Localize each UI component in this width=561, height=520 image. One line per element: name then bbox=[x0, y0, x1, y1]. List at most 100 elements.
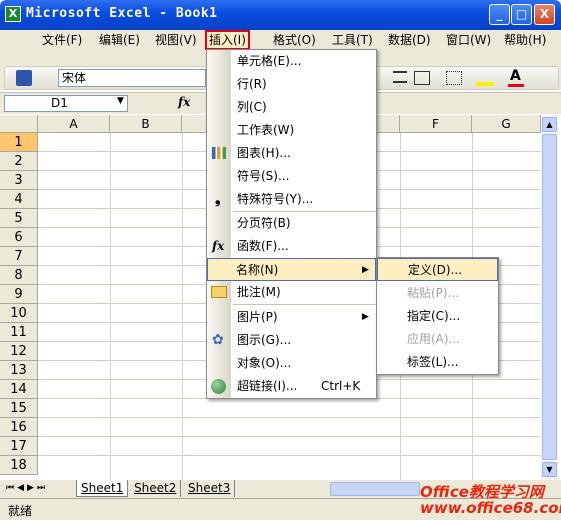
menu-item-cells[interactable]: 单元格(E)... bbox=[207, 50, 376, 73]
scroll-up-icon[interactable]: ▲ bbox=[542, 117, 557, 132]
name-submenu: 定义(D)... 粘贴(P)... 指定(C)... 应用(A)... 标签(L… bbox=[376, 257, 499, 375]
menu-item-label: 批注(M) bbox=[237, 285, 281, 299]
row-header-8[interactable]: 8 bbox=[0, 266, 38, 285]
vertical-scrollbar[interactable]: ▲ ▼ bbox=[541, 115, 558, 480]
menu-item-hyperlink[interactable]: 超链接(I)... Ctrl+K bbox=[207, 375, 376, 398]
menu-item-label: 分页符(B) bbox=[237, 216, 291, 230]
row-header-6[interactable]: 6 bbox=[0, 228, 38, 247]
menu-item-symbol[interactable]: 符号(S)... bbox=[207, 165, 376, 188]
grid-line bbox=[38, 436, 541, 437]
menu-item-comment[interactable]: 批注(M) bbox=[207, 281, 376, 304]
submenu-item-label[interactable]: 标签(L)... bbox=[377, 351, 498, 374]
minimize-button[interactable]: _ bbox=[489, 4, 510, 25]
menu-item-label: 图表(H)... bbox=[237, 146, 291, 160]
menu-item-label: 函数(F)... bbox=[237, 239, 289, 253]
row-header-10[interactable]: 10 bbox=[0, 304, 38, 323]
row-header-7[interactable]: 7 bbox=[0, 247, 38, 266]
tab-sheet2[interactable]: Sheet2 bbox=[130, 480, 182, 497]
submenu-item-apply[interactable]: 应用(A)... bbox=[377, 328, 498, 351]
menu-item-diagram[interactable]: ✿ 图示(G)... bbox=[207, 329, 376, 352]
submenu-item-paste[interactable]: 粘贴(P)... bbox=[377, 282, 498, 305]
menu-bar: 文件(F) 编辑(E) 视图(V) 插入(I) 格式(O) 工具(T) 数据(D… bbox=[0, 30, 561, 50]
menu-help[interactable]: 帮助(H) bbox=[502, 32, 548, 48]
menu-item-worksheet[interactable]: 工作表(W) bbox=[207, 119, 376, 142]
hyperlink-globe-icon bbox=[211, 379, 226, 394]
status-text: 就绪 bbox=[8, 504, 33, 518]
menu-item-label: 应用(A)... bbox=[407, 332, 461, 346]
maximize-button[interactable]: □ bbox=[511, 4, 532, 25]
menu-item-label: 符号(S)... bbox=[237, 169, 290, 183]
menu-tools[interactable]: 工具(T) bbox=[330, 32, 375, 48]
tab-sheet3[interactable]: Sheet3 bbox=[184, 480, 236, 497]
submenu-item-create[interactable]: 指定(C)... bbox=[377, 305, 498, 328]
merge-center-icon[interactable] bbox=[414, 71, 430, 85]
row-header-14[interactable]: 14 bbox=[0, 380, 38, 399]
row-header-13[interactable]: 13 bbox=[0, 361, 38, 380]
save-icon[interactable] bbox=[16, 70, 32, 86]
function-icon: fx bbox=[212, 239, 225, 253]
font-color-icon[interactable]: A bbox=[510, 68, 521, 84]
menu-item-columns[interactable]: 列(C) bbox=[207, 96, 376, 119]
column-header-a[interactable]: A bbox=[38, 115, 110, 133]
fx-label[interactable]: fx bbox=[178, 95, 190, 109]
menu-item-label: 单元格(E)... bbox=[237, 54, 302, 68]
sheet-nav-icons[interactable]: ⏮◀▶⏭ bbox=[6, 483, 48, 493]
menu-insert[interactable]: 插入(I) bbox=[205, 30, 250, 50]
row-header-2[interactable]: 2 bbox=[0, 152, 38, 171]
row-header-9[interactable]: 9 bbox=[0, 285, 38, 304]
close-button[interactable]: X bbox=[534, 4, 555, 25]
menu-item-label: 对象(O)... bbox=[237, 356, 292, 370]
borders-icon[interactable] bbox=[446, 71, 462, 85]
select-all-corner[interactable] bbox=[0, 115, 38, 133]
column-header-g[interactable]: G bbox=[472, 115, 541, 133]
diagram-icon: ✿ bbox=[212, 332, 224, 348]
menu-view[interactable]: 视图(V) bbox=[153, 32, 199, 48]
menu-item-special-symbol[interactable]: ❟ 特殊符号(Y)... bbox=[207, 188, 376, 211]
submenu-arrow-icon: ▶ bbox=[362, 265, 369, 275]
row-header-17[interactable]: 17 bbox=[0, 437, 38, 456]
fill-color-icon[interactable] bbox=[476, 82, 494, 86]
menu-file[interactable]: 文件(F) bbox=[40, 32, 84, 48]
horizontal-scrollbar[interactable] bbox=[330, 482, 420, 496]
row-header-4[interactable]: 4 bbox=[0, 190, 38, 209]
column-header-b[interactable]: B bbox=[110, 115, 182, 133]
menu-item-page-break[interactable]: 分页符(B) bbox=[207, 212, 376, 235]
grid-line bbox=[38, 455, 541, 456]
special-symbol-icon: ❟ bbox=[215, 191, 221, 207]
scroll-down-icon[interactable]: ▼ bbox=[542, 462, 557, 477]
menu-format[interactable]: 格式(O) bbox=[271, 32, 318, 48]
menu-item-chart[interactable]: 图表(H)... bbox=[207, 142, 376, 165]
font-color-bar bbox=[508, 84, 524, 87]
row-header-11[interactable]: 11 bbox=[0, 323, 38, 342]
name-box-dropdown-icon[interactable]: ▼ bbox=[117, 96, 124, 106]
menu-item-function[interactable]: fx 函数(F)... bbox=[207, 235, 376, 258]
menu-item-object[interactable]: 对象(O)... bbox=[207, 352, 376, 375]
row-header-15[interactable]: 15 bbox=[0, 399, 38, 418]
row-header-3[interactable]: 3 bbox=[0, 171, 38, 190]
menu-item-label: 图片(P) bbox=[237, 310, 278, 324]
row-header-18[interactable]: 18 bbox=[0, 456, 38, 475]
row-header-1[interactable]: 1 bbox=[0, 133, 38, 152]
column-header-f[interactable]: F bbox=[400, 115, 472, 133]
menu-item-label: 行(R) bbox=[237, 77, 267, 91]
submenu-item-define[interactable]: 定义(D)... bbox=[377, 258, 498, 281]
menu-item-name[interactable]: 名称(N) ▶ bbox=[207, 258, 376, 281]
row-header-5[interactable]: 5 bbox=[0, 209, 38, 228]
name-box[interactable]: D1 bbox=[4, 95, 128, 112]
row-header-16[interactable]: 16 bbox=[0, 418, 38, 437]
excel-app-icon: X bbox=[5, 6, 21, 22]
align-right-icon[interactable] bbox=[393, 71, 407, 83]
menu-item-label: 粘贴(P)... bbox=[407, 286, 460, 300]
menu-edit[interactable]: 编辑(E) bbox=[97, 32, 142, 48]
menu-window[interactable]: 窗口(W) bbox=[444, 32, 493, 48]
menu-data[interactable]: 数据(D) bbox=[386, 32, 433, 48]
tab-sheet1[interactable]: Sheet1 bbox=[76, 480, 129, 497]
vertical-scroll-thumb[interactable] bbox=[542, 134, 557, 460]
grid-line bbox=[38, 417, 541, 418]
row-header-12[interactable]: 12 bbox=[0, 342, 38, 361]
grid-line bbox=[110, 133, 111, 480]
menu-item-picture[interactable]: 图片(P) ▶ bbox=[207, 306, 376, 329]
font-name-select[interactable]: 宋体 bbox=[58, 69, 206, 87]
menu-item-rows[interactable]: 行(R) bbox=[207, 73, 376, 96]
menu-item-label: 定义(D)... bbox=[408, 263, 463, 277]
